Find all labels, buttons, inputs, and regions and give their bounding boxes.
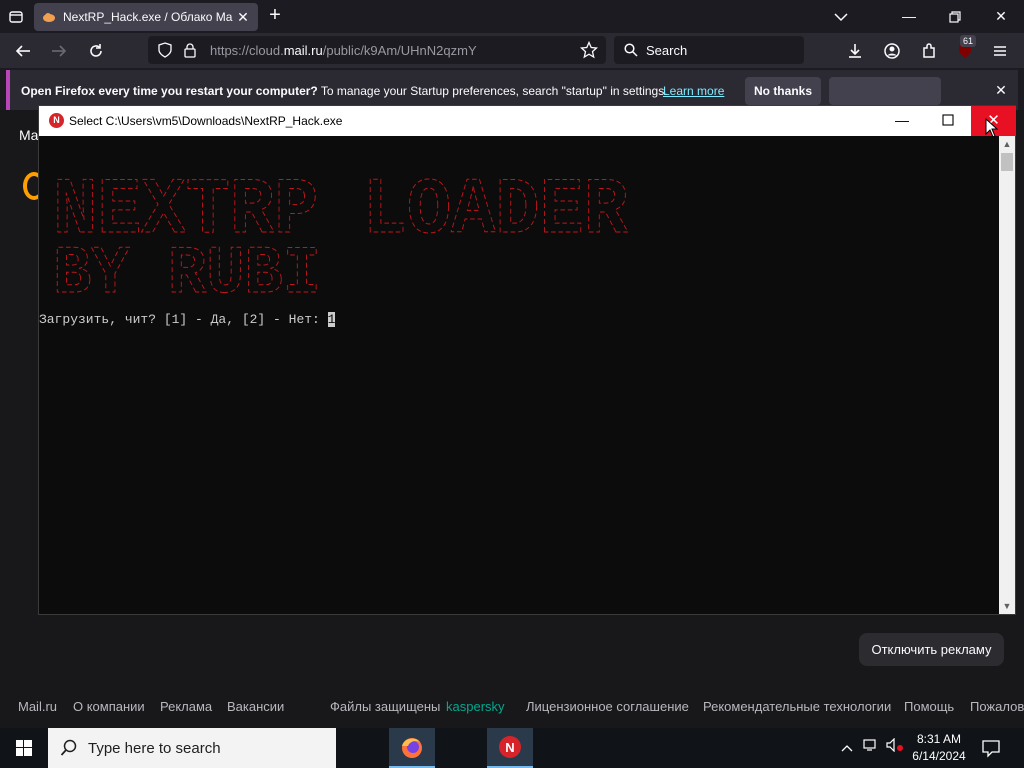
taskbar-nextrp-app[interactable]: N	[487, 728, 533, 768]
new-tab-button[interactable]: +	[264, 5, 286, 27]
mouse-cursor-icon	[985, 118, 999, 138]
footer-link-ads[interactable]: Реклама	[160, 699, 212, 714]
url-text[interactable]: https://cloud.mail.ru/public/k9Am/UHnN2q…	[210, 43, 477, 58]
console-title: Select C:\Users\vm5\Downloads\NextRP_Hac…	[69, 114, 343, 128]
scroll-thumb[interactable]	[1001, 153, 1013, 171]
notification-action-button[interactable]	[829, 77, 941, 105]
console-window: N Select C:\Users\vm5\Downloads\NextRP_H…	[38, 105, 1016, 615]
search-label: Search	[646, 43, 688, 58]
clock-date: 6/14/2024	[912, 749, 966, 763]
screen: NextRP_Hack.exe / Облако Mail.ru ✕ + — ✕…	[0, 0, 1024, 768]
back-button[interactable]	[10, 38, 36, 64]
nextrp-n-icon: N	[499, 736, 521, 758]
browser-minimize-button[interactable]: —	[886, 0, 932, 33]
search-bar[interactable]: Search	[614, 36, 804, 64]
bookmark-star-icon[interactable]	[580, 41, 598, 59]
app-menu-button[interactable]	[987, 38, 1013, 64]
account-button[interactable]	[879, 38, 905, 64]
download-icon	[849, 44, 861, 58]
footer-link-license[interactable]: Лицензионное соглашение	[526, 699, 689, 714]
ublock-count-badge: 61	[960, 35, 977, 47]
console-app-icon: N	[49, 113, 64, 128]
startup-notification-bar: Open Firefox every time you restart your…	[6, 70, 1018, 110]
footer-link-mailru[interactable]: Mail.ru	[18, 699, 57, 714]
console-scrollbar[interactable]: ▲ ▼	[999, 136, 1015, 614]
browser-close-button[interactable]: ✕	[978, 0, 1024, 33]
tab-bar: NextRP_Hack.exe / Облако Mail.ru ✕ + — ✕	[0, 0, 1024, 33]
console-input-cursor[interactable]: 1	[327, 312, 336, 327]
extensions-button[interactable]	[916, 38, 942, 64]
no-thanks-button[interactable]: No thanks	[745, 77, 821, 105]
windows-taskbar: Type here to search N 8:31 AM 6/14/2024	[0, 728, 1024, 768]
scroll-down-arrow-icon[interactable]: ▼	[999, 598, 1015, 614]
learn-more-link[interactable]: Learn more	[663, 84, 724, 98]
notification-message: Open Firefox every time you restart your…	[21, 84, 668, 98]
disable-ads-button[interactable]: Отключить рекламу	[859, 633, 1004, 666]
back-arrow-icon	[15, 45, 30, 57]
console-title-bar[interactable]: N Select C:\Users\vm5\Downloads\NextRP_H…	[39, 106, 1016, 136]
taskbar-firefox[interactable]	[389, 728, 435, 768]
tab-active[interactable]: NextRP_Hack.exe / Облако Mail.ru ✕	[34, 3, 258, 31]
clock-time: 8:31 AM	[916, 732, 962, 746]
search-icon	[624, 43, 638, 57]
ascii-banner: NEXTRP LOADER BY RUBI	[53, 166, 629, 301]
browser-restore-button[interactable]	[932, 0, 978, 33]
page-header-text: Ma	[19, 127, 39, 143]
shield-icon[interactable]	[157, 42, 173, 58]
footer-link-about[interactable]: О компании	[73, 699, 145, 714]
tray-chevron-icon[interactable]	[838, 728, 856, 768]
tab-close-icon[interactable]: ✕	[234, 8, 252, 26]
hamburger-menu-icon	[994, 46, 1006, 56]
console-maximize-button[interactable]	[925, 106, 971, 136]
volume-muted-icon[interactable]	[884, 728, 906, 768]
footer-protected-text: Файлы защищены	[330, 699, 441, 714]
puzzle-icon	[923, 43, 935, 58]
prompt-text: Загрузить, чит? [1] - Да, [2] - Нет:	[39, 312, 328, 327]
svg-text:N: N	[505, 740, 514, 755]
notification-close-icon[interactable]: ✕	[992, 81, 1010, 99]
account-icon	[884, 43, 900, 59]
footer-link-recommend[interactable]: Рекомендательные технологии	[703, 699, 891, 714]
banner-line-2: BY RUBI	[53, 236, 321, 300]
windows-logo-icon	[16, 740, 32, 756]
console-minimize-button[interactable]: —	[879, 106, 925, 136]
network-icon[interactable]	[860, 728, 882, 768]
tab-list-icon	[9, 11, 23, 23]
footer-link-complaint[interactable]: Пожалов	[970, 699, 1024, 714]
cloud-favicon-icon	[43, 13, 55, 22]
taskbar-search-box[interactable]: Type here to search	[48, 728, 336, 768]
nav-bar: https://cloud.mail.ru/public/k9Am/UHnN2q…	[0, 33, 1024, 68]
footer-link-help[interactable]: Помощь	[904, 699, 954, 714]
firefox-icon	[402, 738, 422, 758]
action-center-button[interactable]	[980, 737, 1002, 759]
console-output[interactable]: NEXTRP LOADER BY RUBI Загрузить, чит? [1…	[39, 136, 999, 614]
taskbar-clock[interactable]: 8:31 AM 6/14/2024	[906, 731, 972, 765]
taskbar-search-icon	[60, 739, 77, 756]
reload-button[interactable]	[83, 38, 109, 64]
downloads-button[interactable]	[842, 38, 868, 64]
notification-speech-icon	[982, 740, 1000, 758]
footer-link-jobs[interactable]: Вакансии	[227, 699, 284, 714]
tab-list-button[interactable]	[4, 5, 28, 29]
url-bar[interactable]: https://cloud.mail.ru/public/k9Am/UHnN2q…	[148, 36, 606, 64]
forward-arrow-icon	[52, 45, 67, 57]
scroll-up-arrow-icon[interactable]: ▲	[999, 136, 1015, 152]
taskbar-search-placeholder: Type here to search	[88, 740, 221, 757]
tab-title: NextRP_Hack.exe / Облако Mail.ru	[63, 10, 233, 24]
console-prompt: Загрузить, чит? [1] - Да, [2] - Нет: 1	[39, 312, 336, 327]
start-button[interactable]	[0, 728, 48, 768]
kaspersky-logo: kaspersky	[446, 699, 505, 714]
forward-button[interactable]	[46, 38, 72, 64]
page-footer: Mail.ru О компании Реклама Вакансии Файл…	[0, 696, 1024, 718]
tab-overflow-chevron-icon[interactable]	[818, 0, 864, 33]
reload-icon	[90, 44, 102, 57]
lock-icon[interactable]	[183, 42, 197, 58]
